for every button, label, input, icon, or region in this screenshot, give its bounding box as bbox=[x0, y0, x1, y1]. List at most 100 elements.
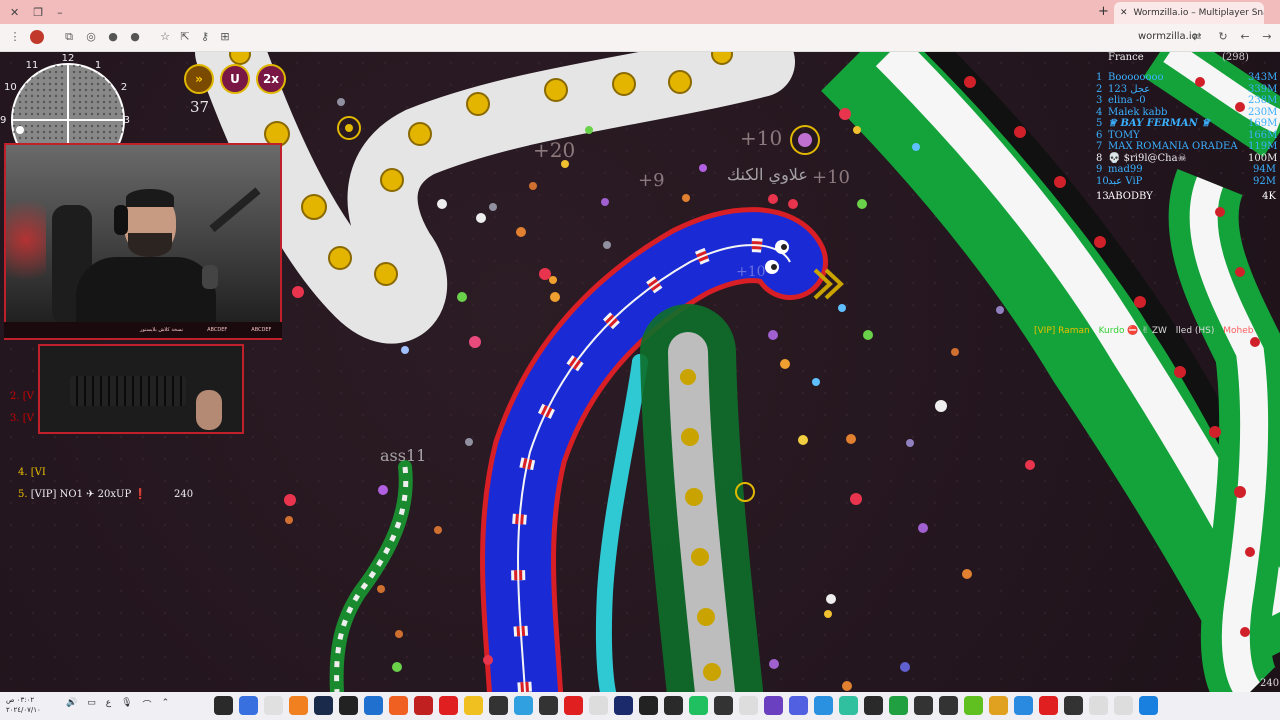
app-icon-10[interactable] bbox=[439, 696, 458, 715]
minimize-icon[interactable]: – bbox=[57, 6, 63, 19]
steam-icon[interactable] bbox=[314, 696, 333, 715]
score-popup: +10 bbox=[740, 126, 783, 150]
leaderboard-row: 1 Boooooooo 343M bbox=[1096, 72, 1278, 83]
leaderboard-my-rank: 13 ABODBY 4K bbox=[1096, 191, 1276, 202]
browser-titlebar: ✕ ❐ – + ✕ Wormzilla.io – Multiplayer Sna… bbox=[0, 0, 1280, 24]
discord-icon[interactable] bbox=[789, 696, 808, 715]
chevron-up-icon[interactable]: ⌃ bbox=[162, 698, 170, 711]
app-icon-28[interactable] bbox=[889, 696, 908, 715]
powerup-bar: » U 2x bbox=[184, 64, 286, 94]
address-bar-url[interactable]: wormzilla.io bbox=[1138, 31, 1198, 42]
window-controls: ✕ ❐ – bbox=[0, 6, 63, 19]
cyan-snake bbox=[595, 354, 648, 692]
app-icon-2[interactable] bbox=[239, 696, 258, 715]
close-icon[interactable]: ✕ bbox=[10, 6, 19, 19]
share-icon[interactable]: ⇱ bbox=[178, 30, 192, 44]
app-icon-27[interactable] bbox=[864, 696, 883, 715]
taskbar-clock[interactable]: ٠٣:٠٢ ص ٢٠٢٤/٠٧/١٠ bbox=[6, 695, 41, 715]
score-popup: +10 bbox=[736, 264, 766, 280]
browser-toolbar: ⋮ ⧉ ◎ ● ● ☆ ⇱ ⚷ ⊞ wormzilla.io ⇄ ↻ ← → bbox=[0, 24, 1280, 52]
network-icon[interactable]: ▭ bbox=[87, 698, 96, 711]
windows-taskbar: ٠٣:٠٢ ص ٢٠٢٤/٠٧/١٠ 🔊 ▭ ع 🎙 ⌒ ⌃ bbox=[0, 692, 1280, 720]
bookmark-star-icon[interactable]: ☆ bbox=[158, 30, 172, 44]
language-icon[interactable]: ع bbox=[106, 698, 111, 711]
app-icon-21[interactable] bbox=[714, 696, 733, 715]
leaderboard-header: France (298) bbox=[1108, 52, 1249, 63]
extensions-icon[interactable]: ⧉ bbox=[62, 30, 76, 44]
leaderboard-row: 4 Malek kabb 230M bbox=[1096, 106, 1278, 118]
leaderboard-row: 2 123 عجل 339M bbox=[1096, 83, 1278, 95]
tray-icons: 🔊 ▭ ع 🎙 ⌒ ⌃ bbox=[66, 698, 169, 711]
wifi-icon[interactable]: ⌒ bbox=[143, 698, 152, 711]
app-icon-29[interactable] bbox=[914, 696, 933, 715]
back-icon[interactable]: ← bbox=[1238, 30, 1252, 44]
bottom-counter: 240 bbox=[1260, 678, 1280, 689]
app-icon-26[interactable] bbox=[839, 696, 858, 715]
leaderboard: France (298) 1 Boooooooo 343M 2 123 عجل 339M… bbox=[1090, 52, 1280, 203]
score-popup: +10 bbox=[812, 167, 850, 188]
score-popup: +20 bbox=[533, 138, 576, 162]
app-icon-15[interactable] bbox=[564, 696, 583, 715]
browser-tab-wormzilla[interactable]: ✕ Wormzilla.io – Multiplayer Snake bbox=[1114, 2, 1264, 24]
app-icon-31[interactable] bbox=[964, 696, 983, 715]
key-icon[interactable]: ⚷ bbox=[198, 30, 212, 44]
app-icon-7[interactable] bbox=[364, 696, 383, 715]
app-icon-30[interactable] bbox=[939, 696, 958, 715]
menu-dots-icon[interactable]: ⋮ bbox=[8, 30, 22, 44]
app-icon-8[interactable] bbox=[389, 696, 408, 715]
leaderboard-row: 8 💀 $ri9l@Cha☠ 100M bbox=[1096, 152, 1278, 164]
reload-icon[interactable]: ↻ bbox=[1216, 30, 1230, 44]
app-icon-18[interactable] bbox=[639, 696, 658, 715]
telegram-icon[interactable] bbox=[814, 696, 833, 715]
mic-icon[interactable]: 🎙 bbox=[121, 698, 132, 711]
chrome-icon[interactable] bbox=[1014, 696, 1033, 715]
svg-text:3: 3 bbox=[124, 115, 130, 126]
tune-icon[interactable]: ⇄ bbox=[1190, 30, 1204, 44]
speaker-icon[interactable]: 🔊 bbox=[66, 698, 77, 711]
app-icon-3[interactable] bbox=[264, 696, 283, 715]
app-icon-13[interactable] bbox=[514, 696, 533, 715]
svg-text:11: 11 bbox=[26, 60, 39, 71]
left-row-2: 3. [V bbox=[10, 413, 34, 424]
app-icon-6[interactable] bbox=[339, 696, 358, 715]
search-icon[interactable] bbox=[1114, 696, 1133, 715]
tab-close-icon[interactable]: ✕ bbox=[1120, 8, 1128, 18]
app-icon-4[interactable] bbox=[289, 696, 308, 715]
forward-icon[interactable]: → bbox=[1260, 30, 1274, 44]
circle-icon-2[interactable]: ● bbox=[128, 30, 142, 44]
opera-icon[interactable] bbox=[1039, 696, 1058, 715]
leaderboard-row: 6 TOMY 166M bbox=[1096, 129, 1278, 141]
leaderboard-row: 5 ♕ BAY FERMAN ♕ 169M bbox=[1096, 118, 1278, 129]
app-icon-20[interactable] bbox=[689, 696, 708, 715]
windows-start-icon[interactable] bbox=[1139, 696, 1158, 715]
speed-boost-icon: » bbox=[184, 64, 214, 94]
app-icon-1[interactable] bbox=[214, 696, 233, 715]
shield-icon[interactable]: ◎ bbox=[84, 30, 98, 44]
extension-record-icon[interactable] bbox=[30, 30, 44, 44]
app-icon-23[interactable] bbox=[764, 696, 783, 715]
app-icon-11[interactable] bbox=[464, 696, 483, 715]
new-tab-button[interactable]: + bbox=[1098, 4, 1109, 19]
powerup-count: 37 bbox=[190, 98, 210, 116]
compass-12: 12 bbox=[62, 53, 75, 64]
app-icon-19[interactable] bbox=[664, 696, 683, 715]
app-icon-36[interactable] bbox=[1089, 696, 1108, 715]
app-icon-22[interactable] bbox=[739, 696, 758, 715]
magnet-icon: U bbox=[220, 64, 250, 94]
svg-text:9: 9 bbox=[0, 115, 6, 126]
app-icon-9[interactable] bbox=[414, 696, 433, 715]
app-icon-16[interactable] bbox=[589, 696, 608, 715]
restore-icon[interactable]: ❐ bbox=[33, 6, 43, 19]
app-icon-12[interactable] bbox=[489, 696, 508, 715]
app-icon-35[interactable] bbox=[1064, 696, 1083, 715]
photoshop-icon[interactable] bbox=[614, 696, 633, 715]
left-row-4: 4. [VI bbox=[18, 467, 46, 478]
streamer-webcam bbox=[4, 143, 282, 325]
circle-icon[interactable]: ● bbox=[106, 30, 120, 44]
leaderboard-row: 9 mad99 94M bbox=[1096, 164, 1276, 175]
translate-icon[interactable]: ⊞ bbox=[218, 30, 232, 44]
app-icon-14[interactable] bbox=[539, 696, 558, 715]
svg-text:2: 2 bbox=[121, 82, 127, 93]
app-icon-32[interactable] bbox=[989, 696, 1008, 715]
tab-title: Wormzilla.io – Multiplayer Snake bbox=[1133, 8, 1264, 18]
